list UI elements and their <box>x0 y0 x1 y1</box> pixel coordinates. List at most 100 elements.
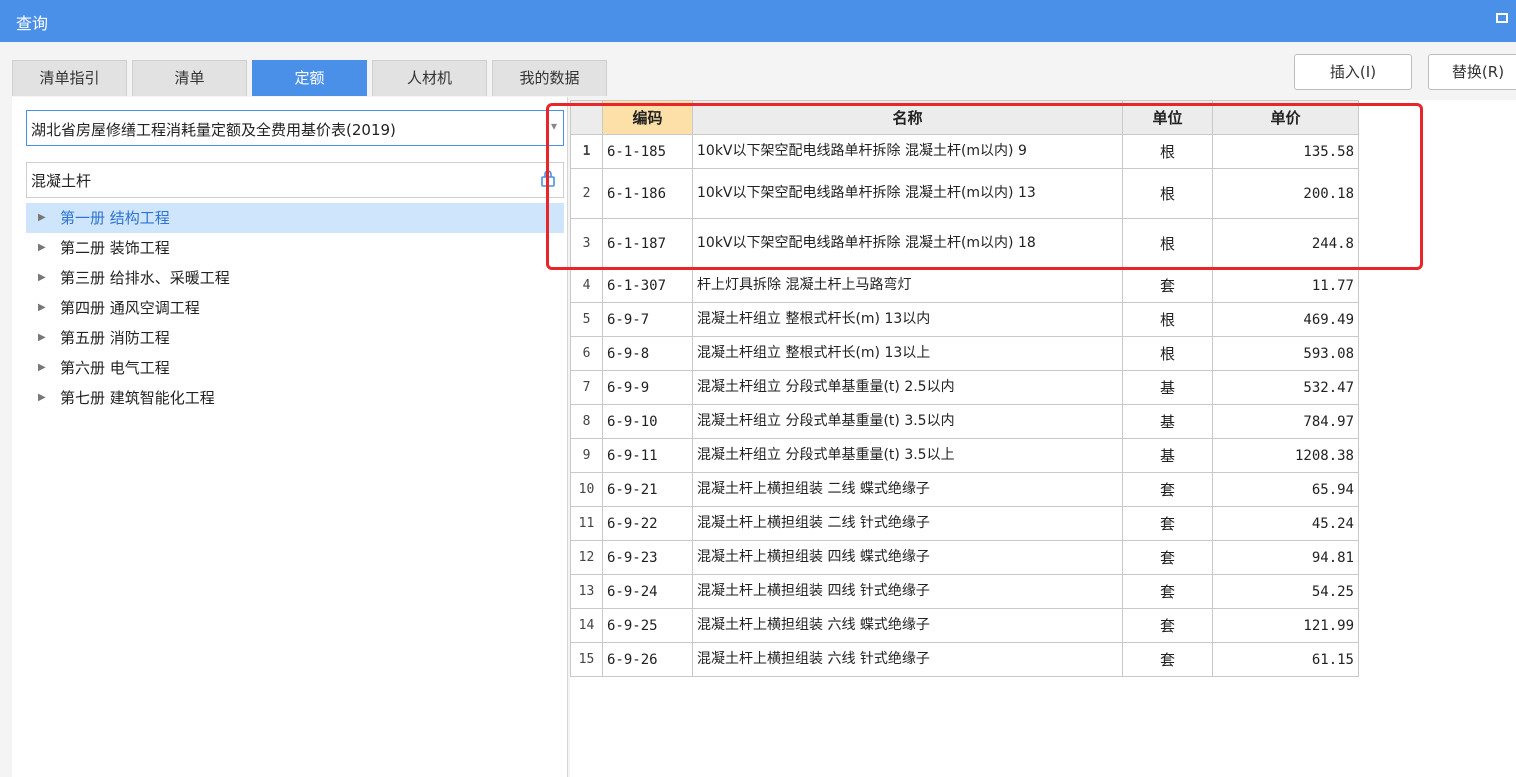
quota-grid-panel: 编码 名称 单位 单价 1 6-1-185 10kV以下架空配电线路单杆拆除 混凝土… <box>570 100 1516 777</box>
replace-button[interactable]: 替换(R) <box>1428 54 1516 90</box>
search-input[interactable] <box>31 169 521 191</box>
chevron-down-icon[interactable]: ▾ <box>551 119 557 133</box>
name-cell: 混凝土杆上横担组装 四线 针式绝缘子 <box>692 574 1123 609</box>
unit-cell: 套 <box>1122 472 1213 507</box>
unit-cell: 套 <box>1122 506 1213 541</box>
tree-item-volume-4[interactable]: ▶ 第四册 通风空调工程 <box>26 293 564 323</box>
tab-labor-material-machine[interactable]: 人材机 <box>372 60 487 96</box>
caret-right-icon[interactable]: ▶ <box>38 323 46 353</box>
name-column-header[interactable]: 名称 <box>692 100 1123 135</box>
table-row[interactable]: 6 6-9-8 混凝土杆组立 整根式杆长(m) 13以上根 593.08 <box>570 336 1359 371</box>
table-row[interactable]: 8 6-9-10 混凝土杆组立 分段式单基重量(t) 3.5以内基 784.97 <box>570 404 1359 439</box>
tree-item-label: 第四册 通风空调工程 <box>60 299 200 317</box>
caret-right-icon[interactable]: ▶ <box>38 233 46 263</box>
tree-item-label: 第一册 结构工程 <box>60 209 170 227</box>
price-cell: 593.08 <box>1212 336 1359 371</box>
name-cell: 混凝土杆上横担组装 六线 蝶式绝缘子 <box>692 608 1123 643</box>
row-number: 12 <box>570 540 603 575</box>
row-number: 8 <box>570 404 603 439</box>
price-cell: 469.49 <box>1212 302 1359 337</box>
unit-cell: 根 <box>1122 336 1213 371</box>
quota-table: 编码 名称 单位 单价 1 6-1-185 10kV以下架空配电线路单杆拆除 混凝土… <box>570 100 1359 677</box>
table-row[interactable]: 7 6-9-9 混凝土杆组立 分段式单基重量(t) 2.5以内基 532.47 <box>570 370 1359 405</box>
tab-my-data[interactable]: 我的数据 <box>492 60 607 96</box>
table-header-row: 编码 名称 单位 单价 <box>570 100 1359 135</box>
price-cell: 135.58 <box>1212 134 1359 169</box>
price-cell: 61.15 <box>1212 642 1359 677</box>
table-row[interactable]: 13 6-9-24 混凝土杆上横担组装 四线 针式绝缘子套 54.25 <box>570 574 1359 609</box>
row-number: 10 <box>570 472 603 507</box>
row-number: 3 <box>570 218 603 269</box>
price-cell: 1208.38 <box>1212 438 1359 473</box>
price-cell: 244.8 <box>1212 218 1359 269</box>
search-field[interactable] <box>26 162 564 198</box>
row-number: 14 <box>570 608 603 643</box>
caret-right-icon[interactable]: ▶ <box>38 203 46 233</box>
unit-cell: 根 <box>1122 218 1213 269</box>
code-cell: 6-9-23 <box>602 540 693 575</box>
table-row[interactable]: 15 6-9-26 混凝土杆上横担组装 六线 针式绝缘子套 61.15 <box>570 642 1359 677</box>
row-number: 7 <box>570 370 603 405</box>
unit-cell: 套 <box>1122 642 1213 677</box>
table-row[interactable]: 2 6-1-186 10kV以下架空配电线路单杆拆除 混凝土杆(m以内) 13 根 20… <box>570 168 1359 219</box>
name-cell: 混凝土杆上横担组装 六线 针式绝缘子 <box>692 642 1123 677</box>
tree-item-label: 第二册 装饰工程 <box>60 239 170 257</box>
price-cell: 11.77 <box>1212 268 1359 303</box>
tree-item-volume-2[interactable]: ▶ 第二册 装饰工程 <box>26 233 564 263</box>
name-cell: 混凝土杆组立 分段式单基重量(t) 3.5以内 <box>692 404 1123 439</box>
price-column-header[interactable]: 单价 <box>1212 100 1359 135</box>
table-row[interactable]: 10 6-9-21 混凝土杆上横担组装 二线 蝶式绝缘子套 65.94 <box>570 472 1359 507</box>
code-column-header[interactable]: 编码 <box>602 100 693 135</box>
name-cell: 混凝土杆上横担组装 二线 针式绝缘子 <box>692 506 1123 541</box>
table-row[interactable]: 1 6-1-185 10kV以下架空配电线路单杆拆除 混凝土杆(m以内) 9 根 135… <box>570 134 1359 169</box>
name-cell: 10kV以下架空配电线路单杆拆除 混凝土杆(m以内) 18 <box>692 218 1123 269</box>
table-row[interactable]: 12 6-9-23 混凝土杆上横担组装 四线 蝶式绝缘子套 94.81 <box>570 540 1359 575</box>
tree-item-volume-5[interactable]: ▶ 第五册 消防工程 <box>26 323 564 353</box>
code-cell: 6-1-187 <box>602 218 693 269</box>
name-cell: 混凝土杆组立 分段式单基重量(t) 2.5以内 <box>692 370 1123 405</box>
code-cell: 6-1-307 <box>602 268 693 303</box>
table-row[interactable]: 5 6-9-7 混凝土杆组立 整根式杆长(m) 13以内根 469.49 <box>570 302 1359 337</box>
table-row[interactable]: 11 6-9-22 混凝土杆上横担组装 二线 针式绝缘子套 45.24 <box>570 506 1359 541</box>
caret-right-icon[interactable]: ▶ <box>38 353 46 383</box>
tree-item-volume-3[interactable]: ▶ 第三册 给排水、采暖工程 <box>26 263 564 293</box>
table-row[interactable]: 9 6-9-11 混凝土杆组立 分段式单基重量(t) 3.5以上基 1208.38 <box>570 438 1359 473</box>
code-cell: 6-9-7 <box>602 302 693 337</box>
tree-item-volume-7[interactable]: ▶ 第七册 建筑智能化工程 <box>26 383 564 413</box>
maximize-icon[interactable] <box>1496 13 1508 23</box>
tree-item-label: 第七册 建筑智能化工程 <box>60 389 215 407</box>
code-cell: 6-9-8 <box>602 336 693 371</box>
row-number: 1 <box>570 134 603 169</box>
tree-item-volume-1[interactable]: ▶ 第一册 结构工程 <box>26 203 564 233</box>
row-number: 2 <box>570 168 603 219</box>
left-panel: 湖北省房屋修缮工程消耗量定额及全费用基价表(2019) ▾ ▶ 第一册 结构工程 … <box>12 97 568 777</box>
name-cell: 10kV以下架空配电线路单杆拆除 混凝土杆(m以内) 9 <box>692 134 1123 169</box>
tree-item-label: 第五册 消防工程 <box>60 329 170 347</box>
tree-item-label: 第六册 电气工程 <box>60 359 170 377</box>
unit-cell: 基 <box>1122 404 1213 439</box>
price-cell: 94.81 <box>1212 540 1359 575</box>
table-row[interactable]: 3 6-1-187 10kV以下架空配电线路单杆拆除 混凝土杆(m以内) 18 根 24… <box>570 218 1359 269</box>
unit-cell: 根 <box>1122 302 1213 337</box>
row-number: 6 <box>570 336 603 371</box>
search-icon[interactable] <box>539 170 557 188</box>
caret-right-icon[interactable]: ▶ <box>38 293 46 323</box>
quota-table-body: 1 6-1-185 10kV以下架空配电线路单杆拆除 混凝土杆(m以内) 9 根 135… <box>570 134 1359 677</box>
row-number: 13 <box>570 574 603 609</box>
code-cell: 6-9-21 <box>602 472 693 507</box>
name-cell: 混凝土杆上横担组装 四线 蝶式绝缘子 <box>692 540 1123 575</box>
tab-bill-guide[interactable]: 清单指引 <box>12 60 127 96</box>
tab-bill[interactable]: 清单 <box>132 60 247 96</box>
caret-right-icon[interactable]: ▶ <box>38 383 46 413</box>
quota-library-select[interactable]: 湖北省房屋修缮工程消耗量定额及全费用基价表(2019) ▾ <box>26 110 564 146</box>
price-cell: 784.97 <box>1212 404 1359 439</box>
table-row[interactable]: 14 6-9-25 混凝土杆上横担组装 六线 蝶式绝缘子套 121.99 <box>570 608 1359 643</box>
caret-right-icon[interactable]: ▶ <box>38 263 46 293</box>
unit-column-header[interactable]: 单位 <box>1122 100 1213 135</box>
price-cell: 200.18 <box>1212 168 1359 219</box>
tab-quota[interactable]: 定额 <box>252 60 367 96</box>
tree-item-volume-6[interactable]: ▶ 第六册 电气工程 <box>26 353 564 383</box>
quota-library-value: 湖北省房屋修缮工程消耗量定额及全费用基价表(2019) <box>31 121 396 139</box>
insert-button[interactable]: 插入(I) <box>1294 54 1412 90</box>
table-row[interactable]: 4 6-1-307 杆上灯具拆除 混凝土杆上马路弯灯套 11.77 <box>570 268 1359 303</box>
